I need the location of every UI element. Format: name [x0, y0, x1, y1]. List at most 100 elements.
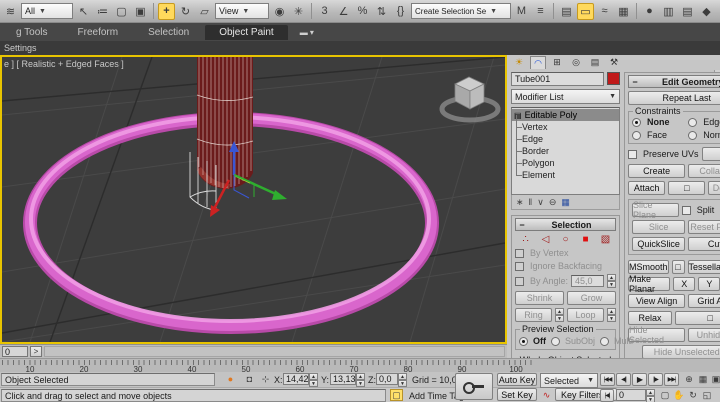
planar-y-button[interactable]: Y [698, 277, 720, 291]
time-slider-track[interactable] [44, 346, 505, 357]
curve-editor-icon[interactable]: ≈ [596, 3, 613, 20]
key-mode-toggle-icon[interactable]: |◀| [600, 389, 614, 402]
ring-button[interactable]: Ring [515, 308, 552, 322]
create-button[interactable]: Create [628, 164, 685, 178]
select-scale-icon[interactable]: ▱ [196, 3, 213, 20]
pivot-center-icon[interactable]: ◉ [271, 3, 288, 20]
rect-region-icon[interactable]: ▢ [113, 3, 130, 20]
vertex-subobject-icon[interactable]: ∴ [519, 234, 532, 245]
element-subobject-icon[interactable]: ▧ [599, 234, 612, 245]
stack-item-edge[interactable]: Edge [512, 133, 619, 145]
stack-item-vertex[interactable]: Vertex [512, 121, 619, 133]
current-frame-field[interactable]: 0 [616, 389, 646, 401]
cut-button[interactable]: Cut [688, 237, 720, 251]
hide-selected-button[interactable]: Hide Selected [628, 328, 685, 342]
snap-toggle-icon[interactable]: 3 [316, 3, 333, 20]
loop-button[interactable]: Loop [567, 308, 604, 322]
relax-settings-button[interactable]: □ [675, 311, 720, 325]
grow-button[interactable]: Grow [567, 291, 616, 305]
split-checkbox[interactable] [682, 206, 691, 215]
selection-rollout-header[interactable]: − Selection [515, 218, 616, 231]
set-key-button[interactable]: Set Key [497, 388, 537, 401]
relax-button[interactable]: Relax [628, 311, 672, 325]
unhide-all-button[interactable]: Unhide All [688, 328, 720, 342]
auto-key-button[interactable]: Auto Key [497, 373, 537, 386]
attach-button[interactable]: Attach [628, 181, 665, 195]
repeat-last-button[interactable]: Repeat Last [628, 91, 720, 105]
isolate-selection-icon[interactable]: ● [224, 373, 237, 385]
selection-lock-icon[interactable]: ◘ [243, 373, 256, 385]
select-object-icon[interactable]: ↖ [75, 3, 92, 20]
angle-spinner[interactable]: ▲▼ [607, 274, 616, 288]
z-coord-field[interactable]: 0,0 [376, 373, 398, 385]
select-move-icon[interactable]: + [158, 3, 175, 20]
named-selection-sets-icon[interactable]: {} [392, 3, 409, 20]
ring-spinner[interactable]: ▲▼ [555, 308, 564, 322]
material-editor-icon[interactable]: ● [641, 3, 658, 20]
time-configuration-icon[interactable]: ▢ [658, 389, 672, 402]
preserve-uvs-checkbox[interactable] [628, 150, 637, 159]
configure-modifier-sets-icon[interactable]: ▦ [561, 197, 570, 208]
x-coord-field[interactable]: 14,423 [283, 373, 309, 385]
render-setup-icon[interactable]: ▥ [660, 3, 677, 20]
stack-item-polygon[interactable]: Polygon [512, 157, 619, 169]
tab-object-paint[interactable]: Object Paint [205, 25, 287, 40]
ribbon-minimize-icon[interactable]: ▬ ▾ [300, 28, 314, 37]
schematic-view-icon[interactable]: ▦ [615, 3, 632, 20]
tab-freeform[interactable]: Freeform [64, 25, 133, 40]
constraint-edge-radio[interactable] [688, 118, 697, 127]
border-subobject-icon[interactable]: ○ [559, 234, 572, 245]
selection-set-name-dropdown[interactable]: Selected▼ [540, 373, 598, 388]
rendered-frame-window-icon[interactable]: ▤ [679, 3, 696, 20]
reset-plane-button[interactable]: Reset Plane [688, 220, 720, 234]
modifier-stack[interactable]: ▤ Editable Poly Vertex Edge Border Polyg… [511, 107, 620, 195]
slice-plane-button[interactable]: Slice Plane [632, 203, 679, 217]
constraint-face-radio[interactable] [632, 131, 641, 140]
angle-field[interactable]: 45,0 [571, 275, 604, 287]
pin-stack-icon[interactable]: ∗ [516, 197, 524, 208]
show-end-result-icon[interactable]: ∨ [537, 197, 544, 208]
time-tag-icon[interactable]: ▢ [390, 389, 403, 401]
track-bar[interactable]: 10 20 30 40 50 60 70 80 90 100 [0, 358, 720, 372]
select-by-name-icon[interactable]: ≔ [94, 3, 111, 20]
edge-subobject-icon[interactable]: ◁ [539, 234, 552, 245]
loop-spinner[interactable]: ▲▼ [607, 308, 616, 322]
ribbon-panel-settings[interactable]: Settings [4, 43, 37, 53]
msmooth-settings-button[interactable]: □ [672, 260, 685, 274]
go-to-start-icon[interactable]: |◀◀ [600, 373, 615, 386]
ribbon-toggle-icon[interactable]: ▭ [577, 3, 594, 20]
quickslice-button[interactable]: QuickSlice [632, 237, 685, 251]
go-to-end-icon[interactable]: ▶▶| [664, 373, 679, 386]
z-spinner[interactable]: ▲▼ [398, 373, 407, 387]
planar-x-button[interactable]: X [673, 277, 695, 291]
next-frame-icon[interactable]: ||▶ [648, 373, 663, 386]
orbit-icon[interactable]: ↻ [686, 389, 700, 402]
by-vertex-checkbox[interactable] [515, 249, 524, 258]
previous-frame-icon[interactable]: ◀|| [616, 373, 631, 386]
selection-set-dropdown[interactable]: Create Selection Se▼ [411, 3, 511, 19]
next-frame-arrow-icon[interactable]: > [30, 346, 42, 357]
stack-item-element[interactable]: Element [512, 169, 619, 181]
modify-tab-icon[interactable]: ◠ [530, 56, 546, 69]
coord-system-dropdown[interactable]: View▼ [215, 3, 269, 19]
preview-off-radio[interactable] [519, 337, 528, 346]
motion-tab-icon[interactable]: ◎ [568, 56, 584, 69]
constraint-none-radio[interactable] [632, 118, 641, 127]
by-angle-checkbox[interactable] [515, 277, 524, 286]
zoom-all-icon[interactable]: ▦ [696, 373, 710, 386]
attach-settings-button[interactable]: □ [668, 181, 705, 195]
zoom-viewport-icon[interactable]: ⊕ [682, 373, 696, 386]
layer-manager-icon[interactable]: ▤ [558, 3, 575, 20]
preview-subobj-radio[interactable] [551, 337, 560, 346]
y-spinner[interactable]: ▲▼ [356, 373, 365, 387]
selection-filter-dropdown[interactable]: All▼ [21, 3, 73, 19]
frame-spinner[interactable]: ▲▼ [646, 389, 655, 402]
object-color-swatch[interactable] [607, 72, 620, 85]
grid-align-button[interactable]: Grid Align [688, 294, 720, 308]
maximize-viewport-icon[interactable]: ◱ [700, 389, 714, 402]
align-icon[interactable]: ≡ [532, 3, 549, 20]
preserve-uvs-settings-button[interactable]: □ [702, 147, 720, 161]
make-unique-icon[interactable]: ⊖ [549, 197, 557, 208]
window-crossing-icon[interactable]: ▣ [132, 3, 149, 20]
percent-snap-icon[interactable]: % [354, 3, 371, 20]
